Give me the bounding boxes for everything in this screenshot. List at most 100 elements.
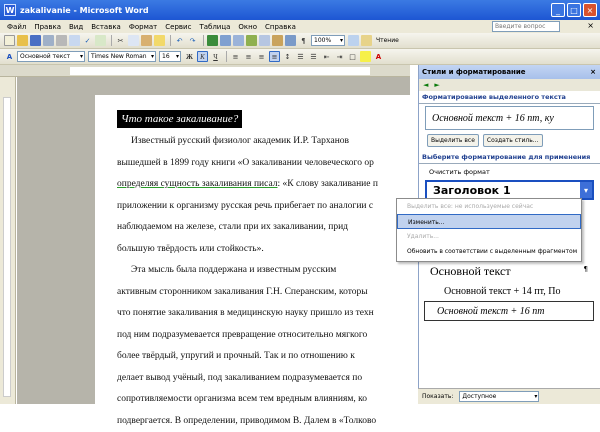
menu-item-delete[interactable]: Удалить...	[397, 229, 581, 244]
help-icon[interactable]	[348, 35, 359, 46]
document-line: наблюдаемом на железе, стали при их зака…	[117, 217, 427, 239]
align-left-icon[interactable]: ≡	[230, 51, 241, 62]
open-folder-icon[interactable]	[17, 35, 28, 46]
highlight-icon[interactable]	[360, 51, 371, 62]
menu-view[interactable]: Вид	[65, 23, 87, 31]
paragraph-mark-icon: ¶	[584, 265, 588, 273]
copy-icon[interactable]	[128, 35, 139, 46]
toolbar-separator	[111, 35, 112, 46]
font-color-icon[interactable]: A	[373, 51, 384, 62]
format-painter-icon[interactable]	[154, 35, 165, 46]
undo-icon[interactable]: ↶	[174, 35, 185, 46]
menu-window[interactable]: Окно	[234, 23, 261, 31]
menu-bar: Файл Правка Вид Вставка Формат Сервис Та…	[0, 20, 600, 33]
font-select[interactable]: Times New Roman	[88, 51, 156, 62]
borders-icon[interactable]: □	[347, 51, 358, 62]
cut-icon[interactable]: ✂	[115, 35, 126, 46]
document-text: Что такое закаливание? Известный русский…	[117, 109, 427, 432]
menu-format[interactable]: Формат	[125, 23, 161, 31]
toolbar-separator	[226, 51, 227, 62]
window-title: zakalivanie - Microsoft Word	[20, 6, 149, 15]
spelling-icon[interactable]: ✓	[82, 35, 93, 46]
document-line: под ним подразумевается превращение отно…	[117, 325, 427, 347]
document-line: большую твёрдость или стойкость».	[117, 239, 427, 261]
document-line-rest: : «К слову закаливание п	[277, 179, 377, 189]
read-icon[interactable]	[361, 35, 372, 46]
document-map-icon[interactable]	[285, 35, 296, 46]
new-document-icon[interactable]	[4, 35, 15, 46]
styles-pane-icon[interactable]: A	[4, 51, 15, 62]
help-search-input[interactable]: Введите вопрос	[492, 21, 560, 32]
show-label: Показать:	[422, 393, 453, 400]
close-pane-icon[interactable]: ×	[590, 68, 596, 76]
decrease-indent-icon[interactable]: ⇤	[321, 51, 332, 62]
close-window-button[interactable]: ×	[583, 3, 597, 17]
document-area: Что такое закаливание? Известный русский…	[17, 77, 410, 404]
bold-icon[interactable]: Ж	[184, 51, 195, 62]
show-select[interactable]: Доступное	[459, 391, 539, 402]
drawing-icon[interactable]	[272, 35, 283, 46]
new-style-button[interactable]: Создать стиль...	[483, 134, 543, 147]
style-item-body-text[interactable]: Основной текст ¶	[424, 261, 594, 281]
maximize-button[interactable]: □	[567, 3, 581, 17]
align-center-icon[interactable]: ≡	[243, 51, 254, 62]
vertical-ruler	[0, 77, 16, 404]
style-select[interactable]: Основной текст	[17, 51, 85, 62]
style-item-body-text-16[interactable]: Основной текст + 16 пт	[424, 301, 594, 321]
italic-icon[interactable]: К	[197, 51, 208, 62]
line-spacing-icon[interactable]: ↕	[282, 51, 293, 62]
print-icon[interactable]	[56, 35, 67, 46]
numbering-icon[interactable]: ☰	[295, 51, 306, 62]
menu-item-modify[interactable]: Изменить...	[397, 214, 581, 229]
clear-format-item[interactable]: Очистить формат	[429, 168, 590, 176]
selected-heading[interactable]: Что такое закаливание?	[117, 110, 242, 128]
show-filter-bar: Показать: Доступное	[418, 388, 600, 404]
font-size-select[interactable]: 16	[159, 51, 181, 62]
zoom-select[interactable]: 100%	[311, 35, 345, 46]
toolbar-separator	[203, 35, 204, 46]
columns-icon[interactable]	[259, 35, 270, 46]
current-style-box[interactable]: Основной текст + 16 пт, ку	[425, 106, 594, 130]
redo-icon[interactable]: ↷	[187, 35, 198, 46]
menu-tools[interactable]: Сервис	[161, 23, 195, 31]
tables-borders-icon[interactable]	[220, 35, 231, 46]
heading-1-style-item[interactable]: Заголовок 1 ▾	[425, 180, 594, 200]
bullets-icon[interactable]: ☰	[308, 51, 319, 62]
close-document-icon[interactable]: ×	[587, 21, 594, 30]
select-all-button[interactable]: Выделить все	[427, 134, 479, 147]
style-item-body-text-14[interactable]: Основной текст + 14 пт, По	[424, 281, 594, 301]
standard-toolbar: ✓ ✂ ↶ ↷ ¶ 100% Чтение	[0, 33, 600, 49]
show-hide-icon[interactable]: ¶	[298, 35, 309, 46]
paste-icon[interactable]	[141, 35, 152, 46]
read-button[interactable]: Чтение	[376, 37, 399, 44]
print-preview-icon[interactable]	[69, 35, 80, 46]
selected-text-section-title: Форматирование выделенного текста	[419, 91, 600, 104]
insert-table-icon[interactable]	[233, 35, 244, 46]
permission-icon[interactable]	[43, 35, 54, 46]
menu-item-update-to-match[interactable]: Обновить в соответствии с выделенным фра…	[397, 244, 581, 259]
forward-arrow-icon[interactable]: ►	[434, 81, 439, 89]
underlined-phrase: определяя сущность закаливания писал	[117, 179, 277, 189]
save-icon[interactable]	[30, 35, 41, 46]
back-arrow-icon[interactable]: ◄	[423, 81, 428, 89]
menu-insert[interactable]: Вставка	[87, 23, 125, 31]
hyperlink-icon[interactable]	[207, 35, 218, 46]
menu-help[interactable]: Справка	[261, 23, 300, 31]
apply-format-section-title: Выберите форматирование для применения	[419, 151, 600, 164]
align-right-icon[interactable]: ≡	[256, 51, 267, 62]
document-line: более твёрдый, упругий и прочный. Так и …	[117, 346, 427, 368]
document-line: что понятие закаливания в медицинскую на…	[117, 303, 427, 325]
chevron-down-icon[interactable]: ▾	[580, 182, 592, 198]
justify-icon[interactable]: ≡	[269, 51, 280, 62]
minimize-button[interactable]: _	[551, 3, 565, 17]
research-icon[interactable]	[95, 35, 106, 46]
increase-indent-icon[interactable]: ⇥	[334, 51, 345, 62]
menu-edit[interactable]: Правка	[30, 23, 65, 31]
document-line: определяя сущность закаливания писал: «К…	[117, 174, 427, 196]
insert-excel-icon[interactable]	[246, 35, 257, 46]
menu-table[interactable]: Таблица	[195, 23, 234, 31]
menu-item-select-all-unused[interactable]: Выделить все: не используемые сейчас	[397, 199, 581, 214]
document-page[interactable]: Что такое закаливание? Известный русский…	[95, 95, 435, 415]
menu-file[interactable]: Файл	[3, 23, 30, 31]
underline-icon[interactable]: Ч	[210, 51, 221, 62]
